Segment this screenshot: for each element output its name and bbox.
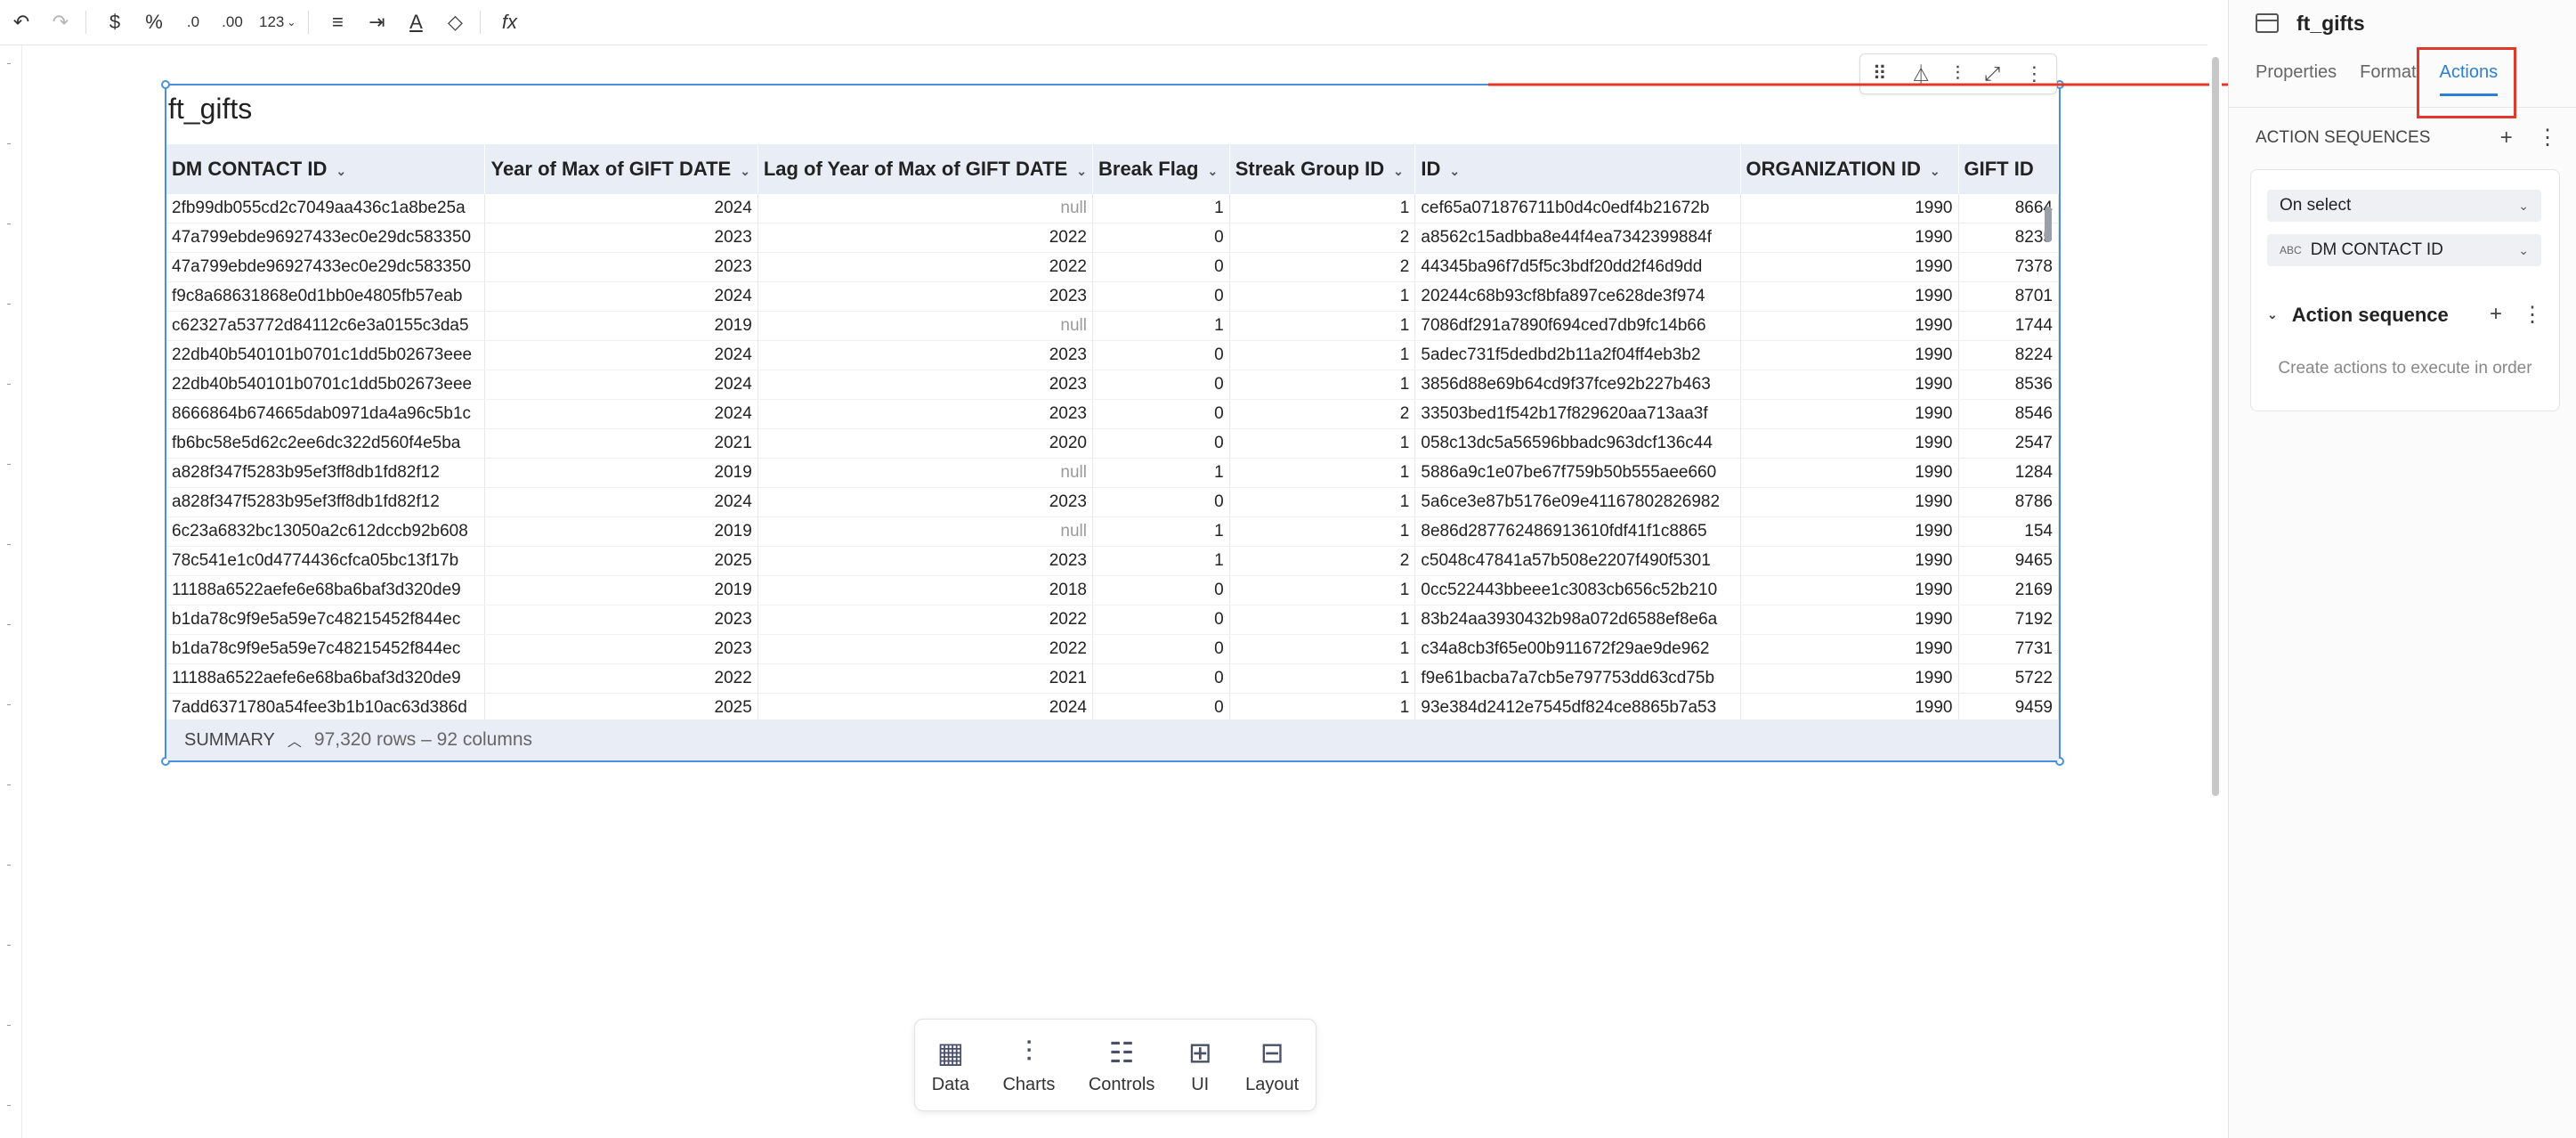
section-title: ACTION SEQUENCES — [2256, 127, 2431, 147]
dock-item-label: Controls — [1088, 1074, 1155, 1094]
action-sequence-header[interactable]: ⌄ Action sequence + ⋮ — [2267, 302, 2543, 328]
dock-item-label: Data — [931, 1074, 969, 1094]
tabs-divider — [2229, 107, 2576, 108]
column-value: DM CONTACT ID — [2310, 240, 2443, 259]
data-icon: ▦ — [936, 1036, 964, 1069]
sequence-title: Action sequence — [2291, 303, 2449, 326]
annotation-highlight — [2417, 47, 2516, 118]
dock-item-charts[interactable]: ⫶ Charts — [1002, 1036, 1055, 1095]
dock-item-data[interactable]: ▦ Data — [932, 1036, 969, 1095]
dock-item-label: Charts — [1002, 1074, 1056, 1094]
dock-item-controls[interactable]: ☷ Controls — [1089, 1036, 1154, 1095]
text-type-icon: ABC — [2280, 244, 2302, 256]
more-menu-icon[interactable]: ⋮ — [2537, 126, 2558, 150]
add-icon[interactable]: + — [2500, 126, 2513, 150]
chevron-down-icon: ⌄ — [2518, 198, 2529, 213]
tab-properties[interactable]: Properties — [2256, 62, 2337, 96]
controls-icon: ☷ — [1108, 1036, 1135, 1069]
empty-hint: Create actions to execute in order — [2278, 359, 2532, 378]
annotation-arrow — [1488, 75, 2368, 94]
trigger-select[interactable]: On select ⌄ — [2267, 190, 2541, 222]
panel-header: ft_gifts — [2256, 7, 2365, 39]
properties-panel: ft_gifts Properties Format Actions ACTIO… — [2228, 0, 2576, 1138]
tab-format[interactable]: Format — [2360, 62, 2416, 96]
dock-item-layout[interactable]: ⊟ Layout — [1245, 1036, 1299, 1095]
charts-icon: ⫶ — [1025, 1035, 1033, 1068]
more-menu-icon[interactable]: ⋮ — [2522, 302, 2543, 328]
scrollbar-thumb[interactable] — [2212, 57, 2219, 796]
element-name: ft_gifts — [2297, 11, 2365, 35]
trigger-value: On select — [2280, 196, 2352, 215]
element-dock: ▦ Data ⫶ Charts ☷ Controls ⊞ UI ⊟ Layout — [914, 1019, 1316, 1111]
canvas-scrollbar[interactable] — [2209, 53, 2222, 1138]
chevron-down-icon: ⌄ — [2518, 242, 2529, 257]
column-select[interactable]: ABC DM CONTACT ID ⌄ — [2267, 234, 2541, 266]
add-icon[interactable]: + — [2490, 302, 2502, 328]
dock-item-ui[interactable]: ⊞ UI — [1188, 1036, 1212, 1095]
action-sequences-header: ACTION SEQUENCES + ⋮ — [2256, 125, 2558, 150]
action-card: On select ⌄ ABC DM CONTACT ID ⌄ ⌄ Action… — [2250, 169, 2560, 411]
ui-icon: ⊞ — [1187, 1036, 1212, 1069]
chevron-down-icon[interactable]: ⌄ — [2267, 307, 2278, 322]
layout-icon: ⊟ — [1260, 1036, 1284, 1069]
dock-item-label: Layout — [1245, 1074, 1300, 1094]
dock-item-label: UI — [1191, 1074, 1210, 1094]
table-icon — [2256, 13, 2279, 33]
